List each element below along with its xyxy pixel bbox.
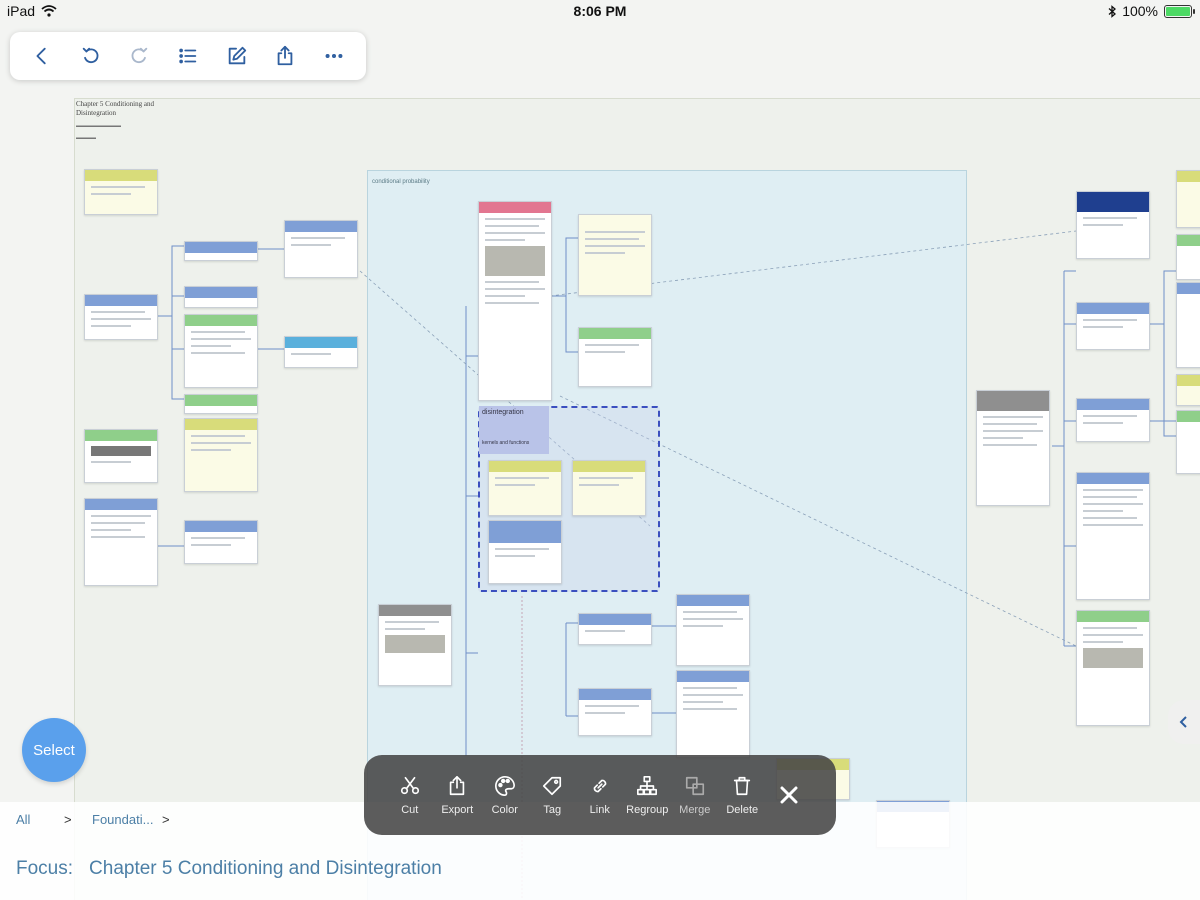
note-card[interactable] (284, 336, 358, 368)
focus-line: Focus: Chapter 5 Conditioning and Disinte… (16, 858, 442, 880)
note-card[interactable] (488, 460, 562, 516)
ellipsis-icon (325, 53, 343, 59)
redo-button[interactable] (123, 40, 155, 72)
note-card[interactable] (378, 604, 452, 686)
note-card[interactable] (1176, 170, 1200, 228)
color-label: Color (491, 803, 518, 816)
undo-icon (82, 47, 99, 64)
regroup-icon (637, 775, 658, 795)
selected-note-disintegration[interactable]: disintegration kernels and functions (479, 406, 549, 454)
regroup-label: Regroup (626, 803, 669, 816)
note-card[interactable] (976, 390, 1050, 506)
palette-icon (494, 775, 515, 796)
note-card[interactable] (284, 220, 358, 278)
note-card[interactable] (1176, 282, 1200, 368)
focus-label: Focus: (16, 858, 74, 879)
scissors-icon (400, 776, 419, 794)
breadcrumb-separator: > (162, 812, 170, 827)
cut-button[interactable]: Cut (386, 775, 434, 816)
note-card[interactable] (184, 286, 258, 308)
note-card[interactable] (184, 394, 258, 414)
note-title: disintegration (482, 409, 524, 416)
outline-button[interactable] (172, 40, 204, 72)
status-time: 8:06 PM (573, 3, 627, 19)
note-card[interactable] (478, 201, 552, 401)
note-card[interactable] (1076, 610, 1150, 726)
note-card[interactable] (1176, 374, 1200, 406)
note-card[interactable] (572, 460, 646, 516)
breadcrumb-separator: > (64, 812, 72, 827)
note-card[interactable] (84, 498, 158, 586)
edit-button[interactable] (221, 40, 253, 72)
breadcrumb-all[interactable]: All (16, 812, 30, 827)
top-toolbar (10, 32, 366, 80)
tag-label: Tag (543, 803, 562, 816)
bluetooth-icon (1108, 4, 1117, 18)
regroup-button[interactable]: Regroup (624, 775, 672, 816)
export-button[interactable]: Export (434, 775, 482, 816)
trash-icon (734, 776, 751, 795)
close-toolbar-button[interactable] (774, 780, 804, 810)
more-button[interactable] (318, 40, 350, 72)
note-card[interactable] (488, 520, 562, 584)
note-card[interactable] (1176, 234, 1200, 280)
note-subtitle: kernels and functions (482, 440, 530, 446)
select-button[interactable]: Select (22, 718, 86, 782)
note-card[interactable] (1076, 472, 1150, 600)
redo-icon (131, 47, 148, 64)
note-card[interactable] (84, 169, 158, 215)
pencil-square-icon (228, 46, 246, 65)
color-button[interactable]: Color (481, 775, 529, 816)
share-icon (277, 45, 293, 66)
note-card[interactable] (84, 294, 158, 340)
back-button[interactable] (26, 40, 58, 72)
note-card[interactable] (184, 418, 258, 492)
note-card[interactable] (578, 214, 652, 296)
note-card[interactable] (676, 670, 750, 758)
note-card[interactable] (184, 314, 258, 388)
link-label: Link (589, 803, 610, 816)
note-card[interactable] (1076, 302, 1150, 350)
battery-percent: 100% (1122, 3, 1158, 19)
note-card[interactable] (578, 688, 652, 736)
battery-icon (1164, 4, 1195, 18)
side-panel-toggle[interactable] (1168, 700, 1200, 744)
note-card[interactable] (1176, 410, 1200, 474)
note-card[interactable] (84, 429, 158, 483)
edit-toolbar: Cut Export Color Tag Link Regroup Merge … (364, 755, 836, 835)
tag-button[interactable]: Tag (529, 775, 577, 816)
merge-label: Merge (679, 803, 711, 816)
note-card[interactable] (184, 520, 258, 564)
close-icon (780, 786, 798, 804)
undo-button[interactable] (75, 40, 107, 72)
tag-icon (543, 776, 562, 795)
share-button[interactable] (269, 40, 301, 72)
status-bar: iPad 8:06 PM 100% (0, 0, 1200, 24)
note-card[interactable] (676, 594, 750, 666)
list-icon (179, 48, 197, 64)
delete-button[interactable]: Delete (719, 775, 767, 816)
chevron-left-icon (36, 47, 46, 65)
focus-title[interactable]: Chapter 5 Conditioning and Disintegratio… (89, 858, 442, 879)
merge-button[interactable]: Merge (671, 775, 719, 816)
chevron-left-icon (1179, 716, 1187, 728)
note-card[interactable] (1076, 191, 1150, 259)
breadcrumb-foundations[interactable]: Foundati... (92, 812, 153, 827)
note-card[interactable] (184, 241, 258, 261)
note-card[interactable] (578, 613, 652, 645)
cut-label: Cut (401, 803, 419, 816)
link-icon (593, 779, 607, 792)
note-card[interactable] (1076, 398, 1150, 442)
delete-label: Delete (726, 803, 759, 816)
export-label: Export (441, 803, 474, 816)
link-button[interactable]: Link (576, 775, 624, 816)
note-card[interactable] (578, 327, 652, 387)
export-icon (450, 775, 465, 795)
merge-icon (685, 776, 704, 795)
